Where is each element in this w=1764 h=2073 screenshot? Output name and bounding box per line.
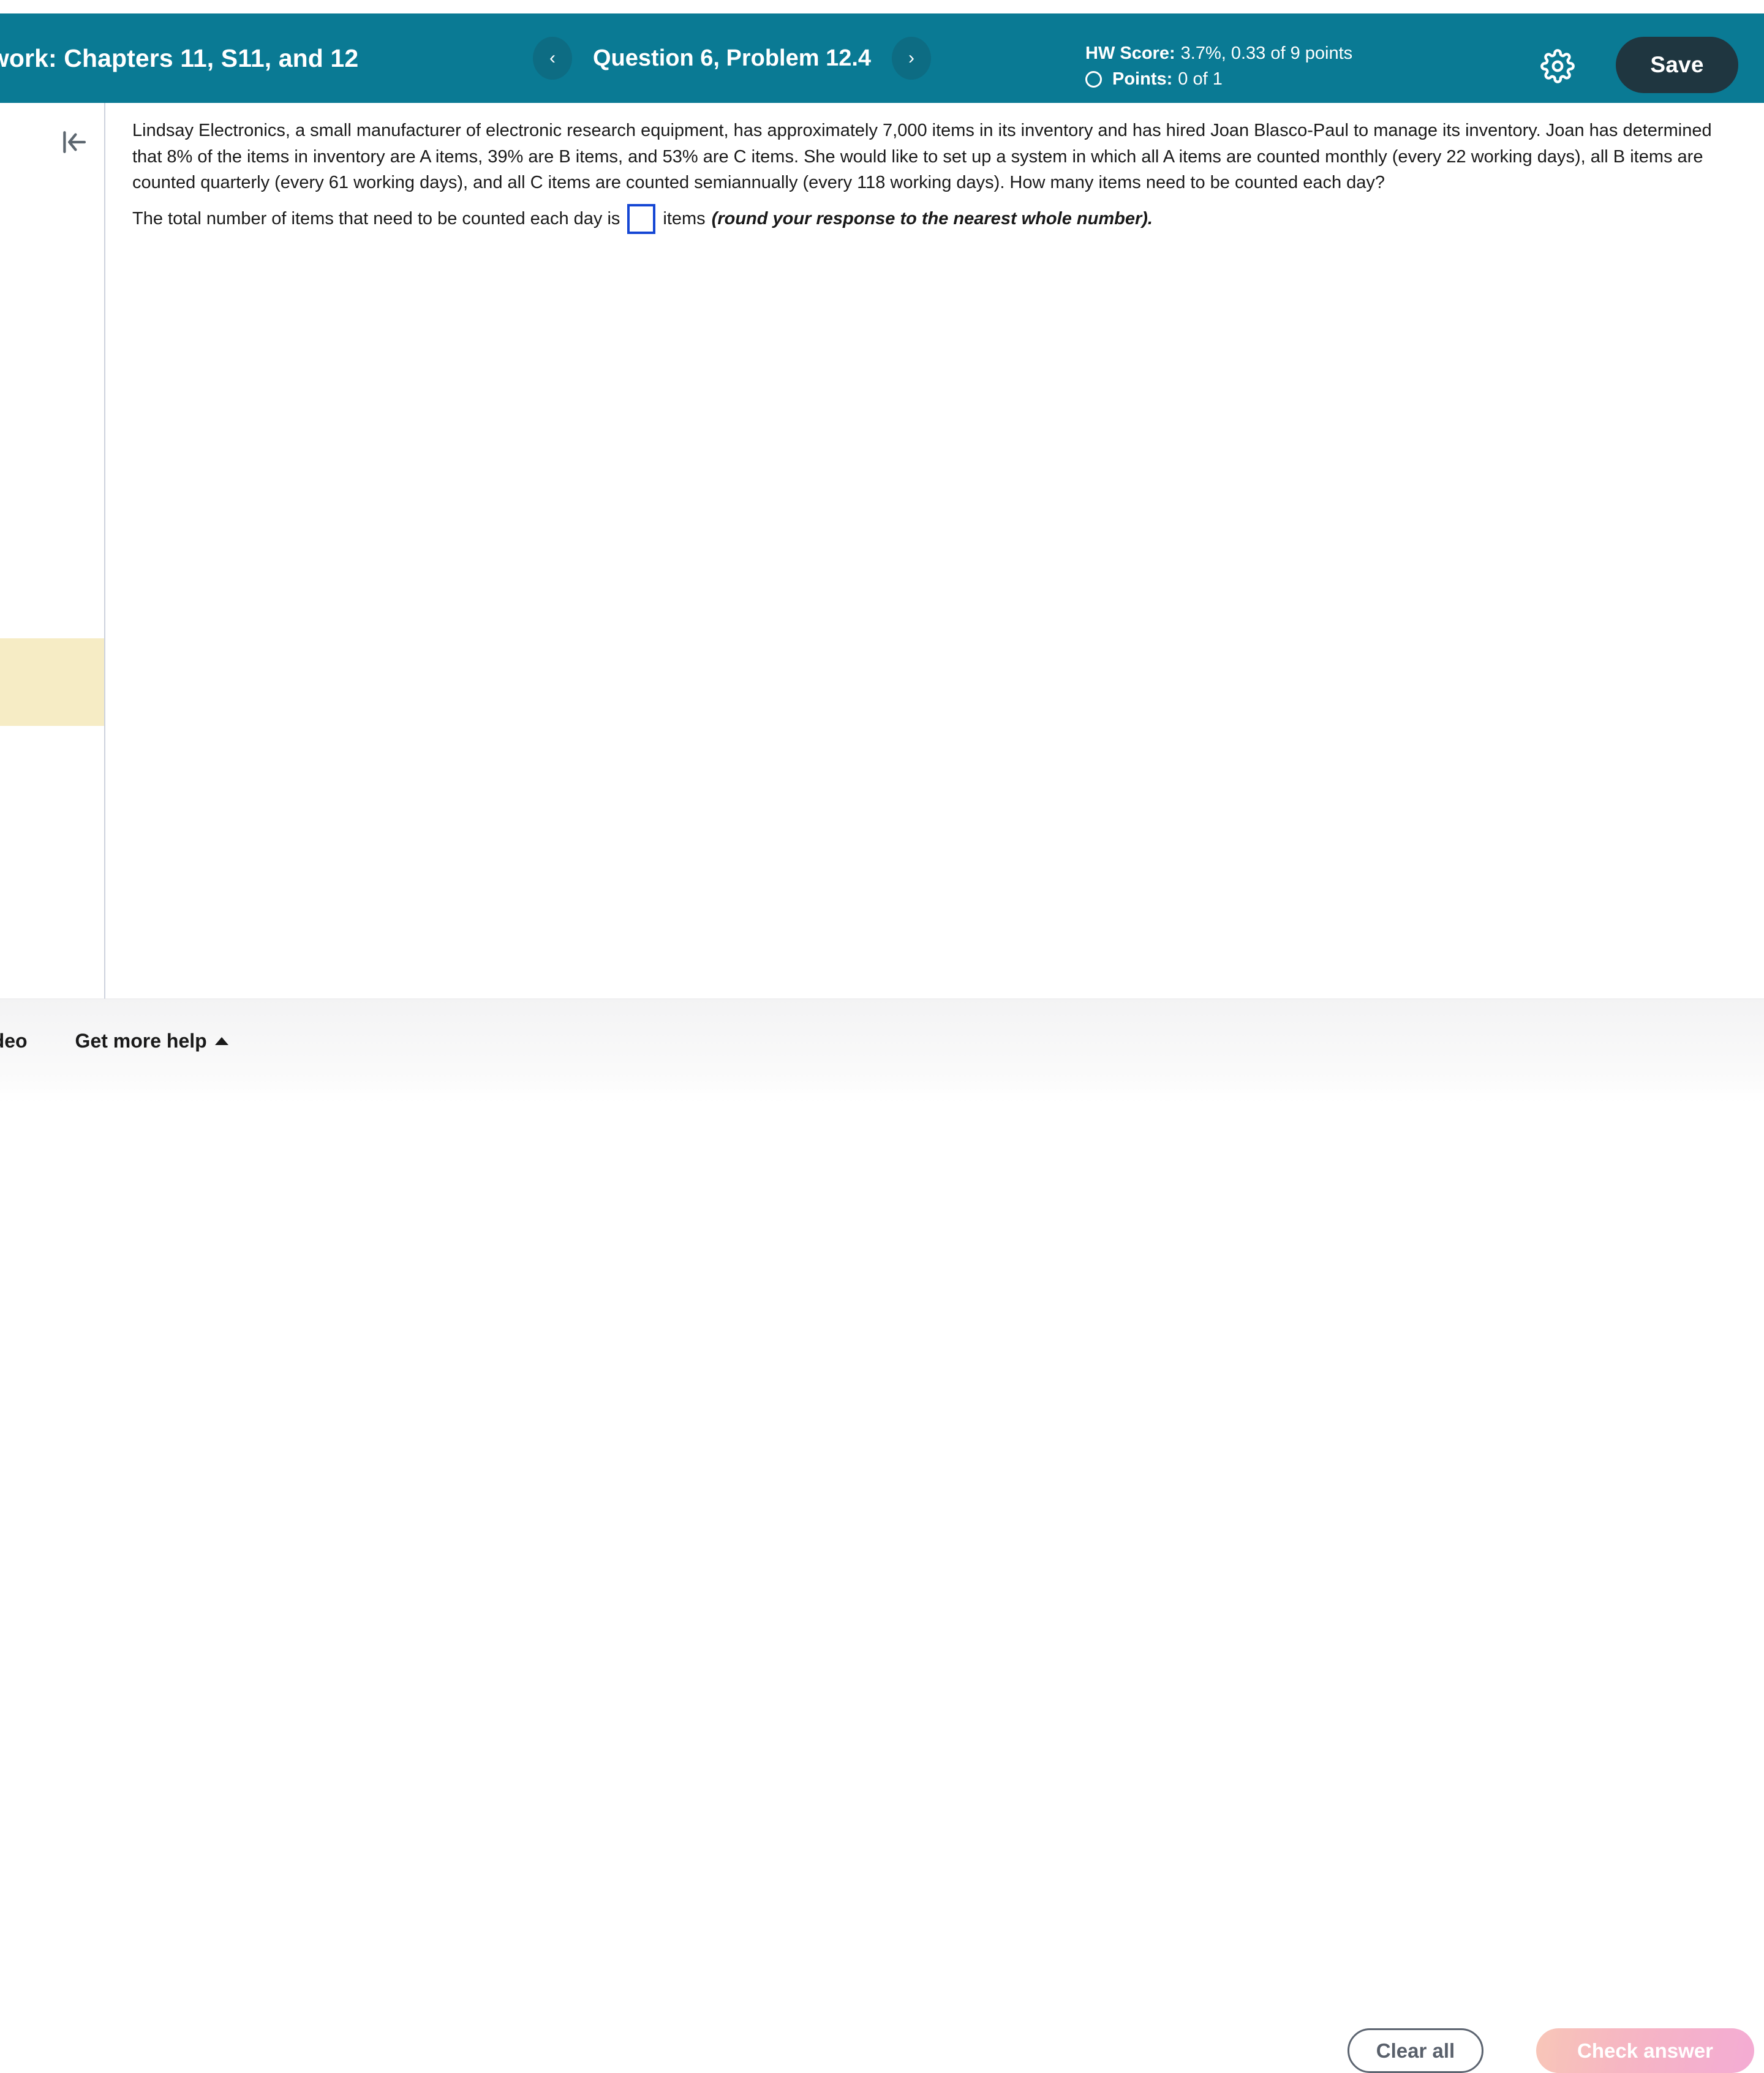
points-status-circle-icon — [1085, 70, 1102, 88]
get-more-help-label: Get more help — [75, 1030, 207, 1052]
footer-left-group: Video Get more help — [0, 1030, 228, 1052]
hw-score-line: HW Score: 3.7%, 0.33 of 9 points — [1085, 40, 1352, 66]
assignment-title: ework: Chapters 11, S11, and 12 — [0, 44, 359, 72]
video-label: Video — [0, 1030, 28, 1052]
app-root: ework: Chapters 11, S11, and 12 ‹ Questi… — [0, 0, 1764, 2073]
get-more-help-button[interactable]: Get more help — [75, 1030, 228, 1052]
question-navigation: ‹ Question 6, Problem 12.4 › — [533, 37, 932, 80]
settings-button[interactable] — [1539, 48, 1577, 86]
points-line: Points: 0 of 1 — [1085, 66, 1352, 92]
top-strip — [0, 0, 1764, 13]
collapse-left-icon — [57, 126, 90, 160]
problem-content: Lindsay Electronics, a small manufacture… — [105, 103, 1764, 999]
next-question-button[interactable]: › — [892, 37, 932, 80]
action-footer: Video Get more help Clear all Check answ… — [0, 999, 1764, 2073]
problem-statement: Lindsay Electronics, a small manufacture… — [132, 121, 1712, 193]
chevron-up-icon — [214, 1037, 228, 1045]
video-button[interactable]: Video — [0, 1030, 28, 1052]
sidebar-highlight-block — [0, 638, 104, 726]
clear-all-button[interactable]: Clear all — [1348, 2028, 1483, 2073]
left-sidebar — [0, 103, 105, 999]
hw-score-value: 3.7%, 0.33 of 9 points — [1180, 43, 1353, 63]
answer-prompt-label: The total number of items that need to b… — [132, 209, 620, 228]
answer-input[interactable] — [627, 204, 656, 234]
answer-rounding-hint: (round your response to the nearest whol… — [711, 209, 1153, 228]
hw-score-label: HW Score: — [1085, 43, 1175, 63]
check-answer-button[interactable]: Check answer — [1536, 2028, 1754, 2073]
current-question-label: Question 6, Problem 12.4 — [593, 45, 872, 71]
points-value: 0 of 1 — [1178, 69, 1223, 89]
assignment-header: ework: Chapters 11, S11, and 12 ‹ Questi… — [0, 13, 1764, 103]
work-area: Lindsay Electronics, a small manufacture… — [0, 103, 1764, 999]
collapse-sidebar-button[interactable] — [55, 124, 92, 161]
answer-row: The total number of items that need to b… — [132, 204, 1153, 234]
answer-units-label: items — [663, 209, 706, 228]
points-label: Points: — [1112, 69, 1173, 89]
score-summary: HW Score: 3.7%, 0.33 of 9 points Points:… — [1085, 40, 1352, 92]
save-button[interactable]: Save — [1616, 37, 1738, 93]
gear-icon — [1540, 48, 1575, 85]
previous-question-button[interactable]: ‹ — [533, 37, 572, 80]
